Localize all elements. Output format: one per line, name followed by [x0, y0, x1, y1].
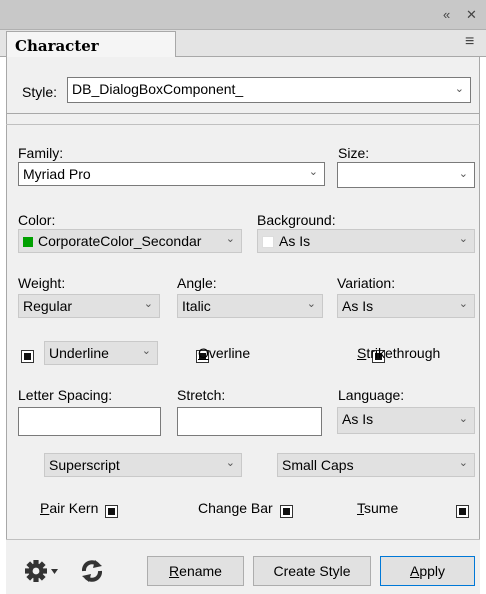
collapse-icon[interactable]: « [443, 7, 450, 22]
underline-value: Underline [49, 345, 109, 361]
weight-dropdown[interactable]: Regular ⌄ [18, 294, 160, 318]
chevron-down-icon: ⌄ [458, 233, 468, 245]
chevron-down-icon: ⌄ [458, 168, 468, 180]
background-dropdown[interactable]: As Is ⌄ [257, 229, 475, 253]
style-label: Style: [22, 84, 58, 100]
family-label: Family: [18, 145, 64, 161]
settings-menu-button[interactable] [20, 555, 72, 587]
change-bar-checkbox[interactable] [280, 504, 294, 518]
small-caps-dropdown[interactable]: Small Caps ⌄ [277, 453, 475, 477]
style-value: DB_DialogBoxComponent_ [72, 81, 244, 97]
color-value: CorporateColor_Secondar [38, 233, 202, 249]
superscript-dropdown[interactable]: Superscript ⌄ [44, 453, 242, 477]
chevron-down-icon: ⌄ [225, 233, 235, 245]
rename-button[interactable]: Rename [147, 556, 244, 586]
panel-menu-icon[interactable]: ≡ [465, 33, 474, 51]
background-swatch [262, 236, 274, 249]
close-icon[interactable]: ✕ [466, 7, 477, 23]
letter-spacing-input[interactable] [18, 407, 161, 436]
angle-label: Angle: [177, 275, 217, 291]
variation-label: Variation: [337, 275, 396, 291]
size-combo[interactable]: ⌄ [337, 162, 475, 188]
family-combo[interactable]: Myriad Pro ⌄ [18, 162, 325, 186]
language-dropdown[interactable]: As Is ⌄ [337, 407, 475, 434]
apply-button[interactable]: Apply [380, 556, 475, 586]
weight-value: Regular [23, 298, 73, 314]
chevron-down-icon: ⌄ [143, 298, 153, 310]
chevron-down-icon: ⌄ [141, 345, 151, 357]
variation-dropdown[interactable]: As Is ⌄ [337, 294, 475, 318]
chevron-down-icon: ⌄ [458, 413, 468, 425]
pair-kern-checkbox[interactable] [105, 504, 119, 518]
chevron-down-icon: ⌄ [458, 298, 468, 310]
weight-label: Weight: [18, 275, 66, 291]
stretch-label: Stretch: [177, 387, 226, 403]
language-value: As Is [342, 411, 374, 427]
superscript-value: Superscript [49, 457, 120, 473]
background-value: As Is [279, 233, 311, 249]
tab-character-designer[interactable]: Character Designer [6, 31, 176, 73]
refresh-button[interactable] [78, 556, 106, 586]
refresh-icon [82, 560, 102, 582]
chevron-down-icon: ⌄ [308, 166, 318, 178]
style-combo[interactable]: DB_DialogBoxComponent_ ⌄ [67, 77, 471, 103]
underline-dropdown[interactable]: Underline ⌄ [44, 341, 158, 365]
change-bar-label[interactable]: Change Bar [198, 500, 273, 516]
small-caps-value: Small Caps [282, 457, 354, 473]
pair-kern-label[interactable]: Pair Kern [40, 500, 98, 516]
color-label: Color: [18, 212, 56, 228]
divider [6, 124, 480, 125]
angle-dropdown[interactable]: Italic ⌄ [177, 294, 323, 318]
color-dropdown[interactable]: CorporateColor_Secondar ⌄ [18, 229, 242, 253]
letter-spacing-label: Letter Spacing: [18, 387, 113, 403]
tsume-label[interactable]: Tsume [357, 500, 398, 516]
chevron-down-icon: ⌄ [306, 298, 316, 310]
size-label: Size: [338, 145, 370, 161]
angle-value: Italic [182, 298, 211, 314]
variation-value: As Is [342, 298, 374, 314]
chevron-down-icon: ⌄ [225, 457, 235, 469]
create-style-button[interactable]: Create Style [253, 556, 371, 586]
strikethrough-label[interactable]: Strikethrough [357, 345, 440, 361]
family-value: Myriad Pro [23, 166, 91, 182]
background-label: Background: [257, 212, 336, 228]
panel-title-strip: « ✕ [0, 0, 486, 30]
chevron-down-icon: ⌄ [454, 83, 464, 95]
overline-label[interactable]: Overline [198, 345, 250, 361]
tsume-checkbox[interactable] [456, 504, 470, 518]
underline-checkbox[interactable] [21, 349, 34, 363]
color-swatch [23, 237, 33, 248]
gear-icon [25, 560, 58, 582]
stretch-input[interactable] [177, 407, 322, 436]
chevron-down-icon: ⌄ [458, 457, 468, 469]
language-label: Language: [338, 387, 405, 403]
